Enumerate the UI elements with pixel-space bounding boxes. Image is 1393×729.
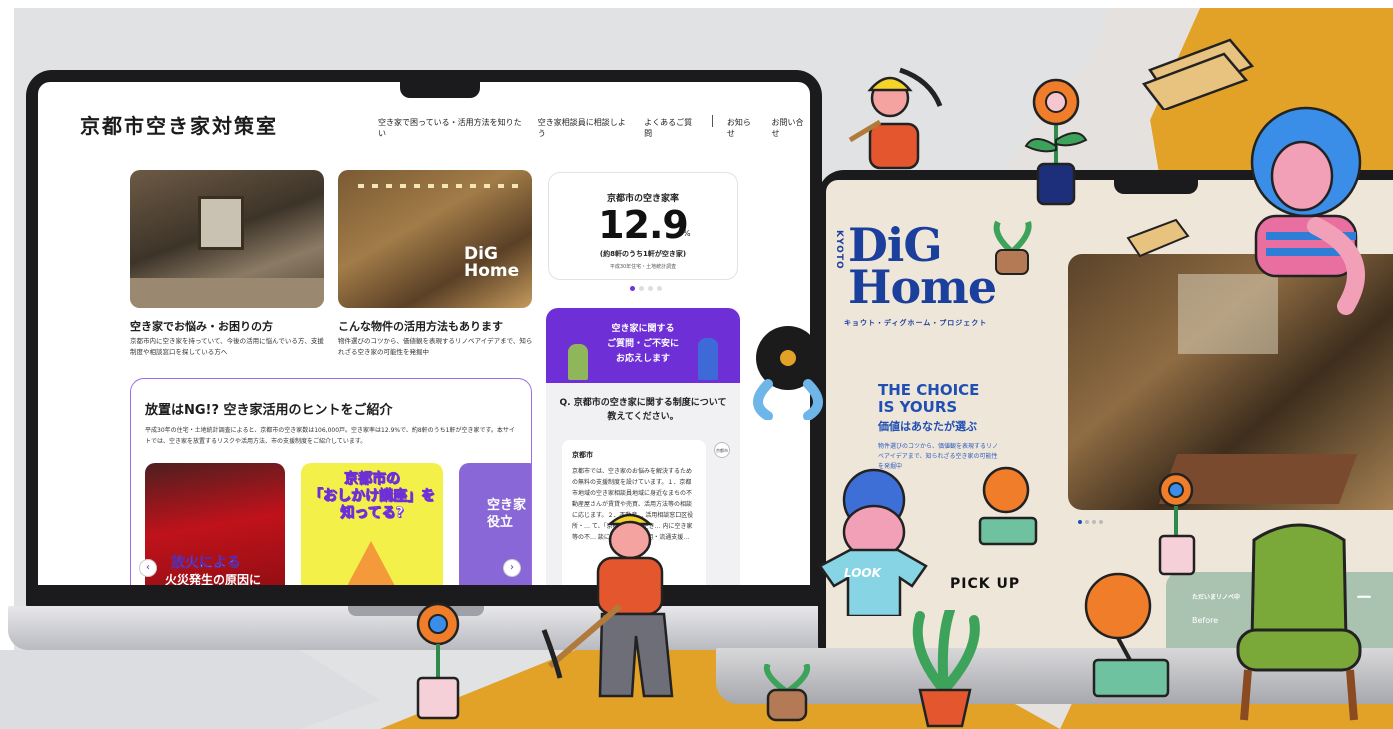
carousel-dot[interactable] [639, 286, 644, 291]
wooden-boards-illustration [1141, 38, 1255, 110]
hints-section: 放置はNG!? 空き家活用のヒントをご紹介 平成30年の住宅・土地統計調査による… [130, 378, 532, 585]
carousel-dot[interactable] [1092, 520, 1096, 524]
logo-line: Home [848, 260, 997, 314]
gramophone-illustration [978, 466, 1038, 546]
hint-card-title: 京都市の 「おしかけ講座」を 知ってる? [301, 471, 443, 522]
photo-floor [130, 278, 324, 308]
choice-headline: THE CHOICE IS YOURS [878, 382, 979, 416]
nav-item-consultant[interactable]: 空き家相談員に相談しよう [538, 117, 630, 139]
choice-subheadline: 価値はあなたが選ぶ [878, 420, 977, 433]
flower-vase-illustration [1024, 78, 1088, 206]
hint-card-oshikake[interactable]: 京都市の 「おしかけ講座」を 知ってる? [301, 463, 443, 585]
camera-notch [400, 70, 480, 98]
project-name-kana: キョウト・ディグホーム・プロジェクト [844, 319, 988, 327]
nav-divider [711, 115, 713, 127]
carousel-dot[interactable] [1078, 520, 1082, 524]
hint-card-arson[interactable]: 放火による 火災発生の原因に [145, 463, 285, 585]
headline-line: IS YOURS [878, 398, 958, 416]
renovated-house-photo[interactable]: DiG Home [338, 170, 532, 308]
worker-digging-illustration [541, 513, 674, 698]
hints-description: 平成30年の住宅・土地統計調査によると、京都市の空き家数は106,000戸。空き… [145, 427, 515, 445]
faq-header-line: お応えします [615, 354, 670, 364]
small-plant-illustration [993, 220, 1032, 275]
plant-pot-face-illustration [763, 664, 811, 722]
nav-item-faq[interactable]: よくあるご質問 [644, 117, 698, 139]
hint-card-line: 「おしかけ講座」を [309, 488, 436, 505]
faq-question: Q. 京都市の空き家に関する制度について教えてください。 [559, 398, 727, 422]
hints-title: 放置はNG!? 空き家活用のヒントをご紹介 [145, 403, 393, 418]
carousel-dot[interactable] [648, 286, 653, 291]
stat-carousel-dots [630, 286, 662, 291]
avatar: 京都市 [714, 442, 730, 458]
vacancy-rate-value: 12.9 [598, 203, 689, 247]
carousel-dot[interactable] [630, 286, 635, 291]
photo-window [198, 196, 244, 250]
faq-header-line: ご質問・ご不安に [606, 339, 679, 349]
flower-box-illustration [416, 602, 460, 720]
carousel-next-button[interactable]: › [503, 559, 521, 577]
faq-header-line: 空き家に関する [611, 324, 675, 334]
kyoto-vertical-label: KYOTO [834, 230, 844, 270]
card-title-usage[interactable]: こんな物件の活用方法もあります [338, 318, 503, 334]
flower-box-illustration [1158, 472, 1196, 576]
laptop-left: 京都市空き家対策室 空き家で困っている・活用方法を知りたい 空き家相談員に相談し… [26, 70, 822, 610]
card-desc-usage: 物件選びのコツから、価値観を表現するリノベアイデアまで、知られざる空き家の可能性… [338, 337, 533, 356]
card-title-troubles[interactable]: 空き家でお悩み・お困りの方 [130, 318, 273, 334]
carousel-dot[interactable] [1085, 520, 1089, 524]
nav-item-news[interactable]: お知らせ [727, 117, 758, 139]
promo-scene: 京都市空き家対策室 空き家で困っている・活用方法を知りたい 空き家相談員に相談し… [0, 0, 1393, 729]
look-shirt-character-illustration [818, 468, 928, 616]
hero-carousel-dots [1078, 520, 1103, 524]
carousel-dot[interactable] [657, 286, 662, 291]
hint-card-line: 空き家 [487, 498, 527, 513]
carousel-prev-button[interactable]: ‹ [139, 559, 157, 577]
nav-item-contact[interactable]: お問い合せ [772, 117, 810, 139]
faq-header: 空き家に関する ご質問・ご不安に お応えします [546, 308, 740, 383]
hint-card-third[interactable]: 空き家 役立 [459, 463, 531, 585]
dig-home-logo[interactable]: DiG Home [848, 222, 997, 314]
vacancy-rate-note: (約8軒のうち1軒が空き家) [599, 250, 687, 258]
potted-plant-illustration [912, 610, 980, 728]
hint-card-line: 京都市の [344, 471, 401, 488]
vacancy-rate-card: 京都市の空き家率 12.9 % (約8軒のうち1軒が空き家) 平成30年住宅・土… [548, 172, 738, 280]
vacant-house-photo[interactable] [130, 170, 324, 308]
faq-header-text: 空き家に関する ご質問・ご不安に お応えします [546, 322, 740, 367]
hint-card-title: 火災発生の原因に [165, 573, 262, 585]
camera-notch [1114, 170, 1198, 194]
worker-pickaxe-illustration [848, 67, 943, 170]
armchair-illustration [1236, 523, 1362, 721]
carousel-dot[interactable] [1099, 520, 1103, 524]
vacancy-rate-unit: % [683, 229, 691, 238]
hint-card-line: 知ってる? [340, 505, 404, 522]
headline-line: THE CHOICE [878, 381, 980, 399]
nav-item-troubles[interactable]: 空き家で困っている・活用方法を知りたい [378, 117, 524, 139]
pickup-heading: PICK UP [950, 576, 1021, 592]
hint-card-line: 役立 [487, 515, 514, 530]
site-title[interactable]: 京都市空き家対策室 [80, 110, 278, 139]
faq-answer-author: 京都市 [572, 451, 593, 459]
global-nav: 空き家で困っている・活用方法を知りたい 空き家相談員に相談しよう よくあるご質問… [378, 115, 810, 139]
hint-card-title: 放火による [171, 555, 241, 572]
record-head-illustration [753, 326, 823, 420]
vacancy-rate-source: 平成30年住宅・土地統計調査 [609, 264, 677, 270]
photo-lanterns [358, 184, 518, 188]
blue-hair-person-illustration [1250, 106, 1365, 315]
card-desc-troubles: 京都市内に空き家を持っていて、今後の活用に悩んでいる方、支援制度や相談窓口を探し… [130, 337, 324, 356]
gramophone-large-illustration [1084, 572, 1170, 698]
hint-card-title: 空き家 役立 [487, 497, 526, 531]
before-label: Before [1192, 616, 1219, 625]
wooden-boards-illustration [1126, 218, 1190, 258]
house-shape-illustration [339, 541, 403, 585]
shirt-look-text: LOOK [844, 566, 881, 580]
dig-home-photo-logo: DiG Home [464, 244, 520, 281]
